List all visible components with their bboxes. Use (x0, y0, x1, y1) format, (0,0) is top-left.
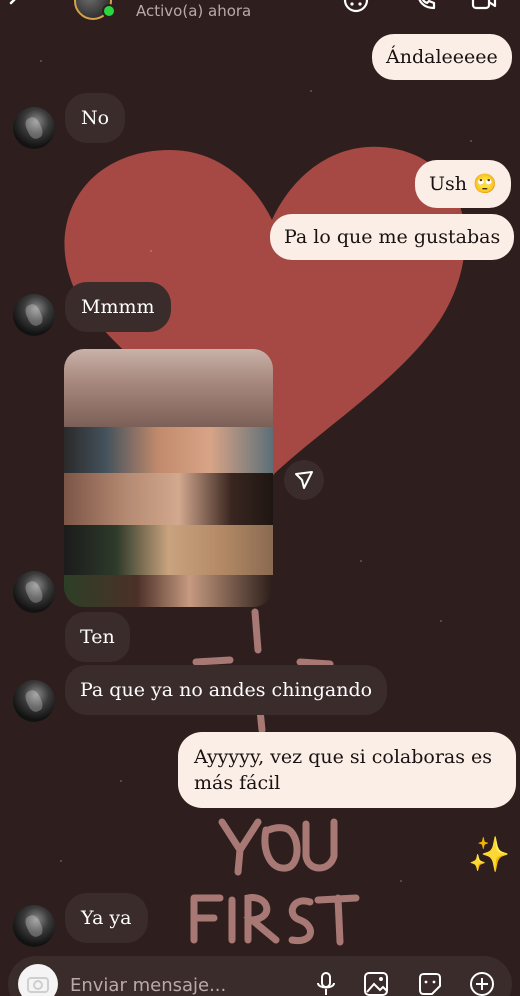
plus-icon[interactable] (468, 970, 496, 996)
sticker-icon[interactable] (416, 970, 444, 996)
photo-message[interactable] (64, 349, 273, 607)
message-incoming[interactable]: Ya ya (65, 893, 148, 943)
message-incoming[interactable]: Pa que ya no andes chingando (65, 665, 388, 715)
active-status: Activo(a) ahora (136, 2, 252, 20)
send-icon (295, 471, 313, 489)
sender-avatar[interactable] (13, 294, 55, 336)
photo-strip (64, 473, 273, 525)
camera-icon (27, 977, 49, 993)
phone-icon[interactable] (412, 0, 440, 14)
gallery-icon[interactable] (362, 970, 390, 996)
photo-strip (64, 525, 273, 575)
sticker-face-icon[interactable] (342, 0, 370, 14)
chat-header: Activo(a) ahora (0, 0, 520, 26)
sender-avatar[interactable] (13, 107, 55, 149)
back-icon[interactable] (6, 0, 26, 12)
photo-strip (64, 427, 273, 473)
video-icon[interactable] (470, 0, 498, 14)
message-incoming[interactable]: No (65, 93, 126, 143)
online-indicator (102, 4, 116, 18)
message-outgoing[interactable]: Pa lo que me gustabas (270, 214, 515, 260)
message-incoming[interactable]: Mmmm (65, 282, 171, 332)
sender-avatar[interactable] (13, 571, 55, 613)
message-outgoing[interactable]: Ándaleeeee (372, 34, 512, 80)
message-outgoing[interactable]: Ayyyyy, vez que si colaboras es más fáci… (178, 732, 516, 808)
photo-strip (64, 575, 273, 607)
camera-button[interactable] (18, 964, 58, 996)
message-composer (8, 956, 512, 996)
sender-avatar[interactable] (13, 905, 55, 947)
photo-strip (64, 349, 273, 427)
message-incoming[interactable]: Ten (65, 612, 130, 662)
microphone-icon[interactable] (312, 970, 340, 996)
message-input[interactable] (70, 970, 290, 996)
share-button[interactable] (284, 460, 324, 500)
sender-avatar[interactable] (13, 680, 55, 722)
message-outgoing[interactable]: Ush 🙄 (415, 160, 511, 208)
sparkle-emoji: ✨ (468, 835, 510, 875)
